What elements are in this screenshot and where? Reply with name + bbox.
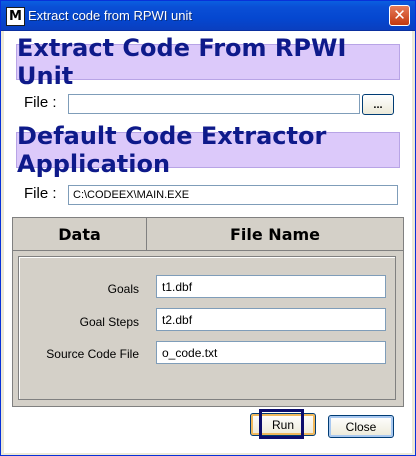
column-header-data: Data	[13, 218, 147, 250]
file-label: File :	[24, 185, 57, 202]
title-bar[interactable]: M Extract code from RPWI unit ✕	[1, 1, 415, 31]
app-icon: M	[6, 7, 25, 26]
browse-button[interactable]: ...	[362, 94, 394, 115]
column-header-file-name: File Name	[229, 224, 321, 244]
data-grid: Data File Name Goals t1.dbf Goal Steps t…	[12, 217, 404, 407]
section-banner-extract: Extract Code From RPWI Unit	[16, 34, 400, 90]
close-window-icon[interactable]: ✕	[389, 5, 410, 26]
source-code-file-input[interactable]: o_code.txt	[156, 341, 386, 364]
goal-steps-label: Goal Steps	[79, 315, 139, 329]
goal-steps-file-input[interactable]: t2.dbf	[156, 308, 386, 331]
goals-label: Goals	[107, 282, 139, 296]
source-code-file-label: Source Code File	[46, 347, 139, 361]
rpwi-file-input[interactable]	[68, 94, 360, 114]
run-focus-highlight	[259, 409, 304, 439]
goals-file-input[interactable]: t1.dbf	[156, 275, 386, 298]
file-label: File :	[24, 94, 57, 111]
grid-header: Data File Name	[13, 218, 403, 251]
section-banner-default: Default Code Extractor Application	[16, 122, 400, 178]
window-title: Extract code from RPWI unit	[28, 8, 192, 23]
dialog-window: M Extract code from RPWI unit ✕ Extract …	[0, 0, 416, 456]
grid-body: Goals t1.dbf Goal Steps t2.dbf Source Co…	[18, 256, 396, 400]
close-button[interactable]: Close	[328, 415, 394, 438]
extractor-file-input[interactable]: C:\CODEEX\MAIN.EXE	[68, 185, 398, 205]
dialog-content: Extract Code From RPWI Unit File : ... D…	[4, 31, 412, 453]
